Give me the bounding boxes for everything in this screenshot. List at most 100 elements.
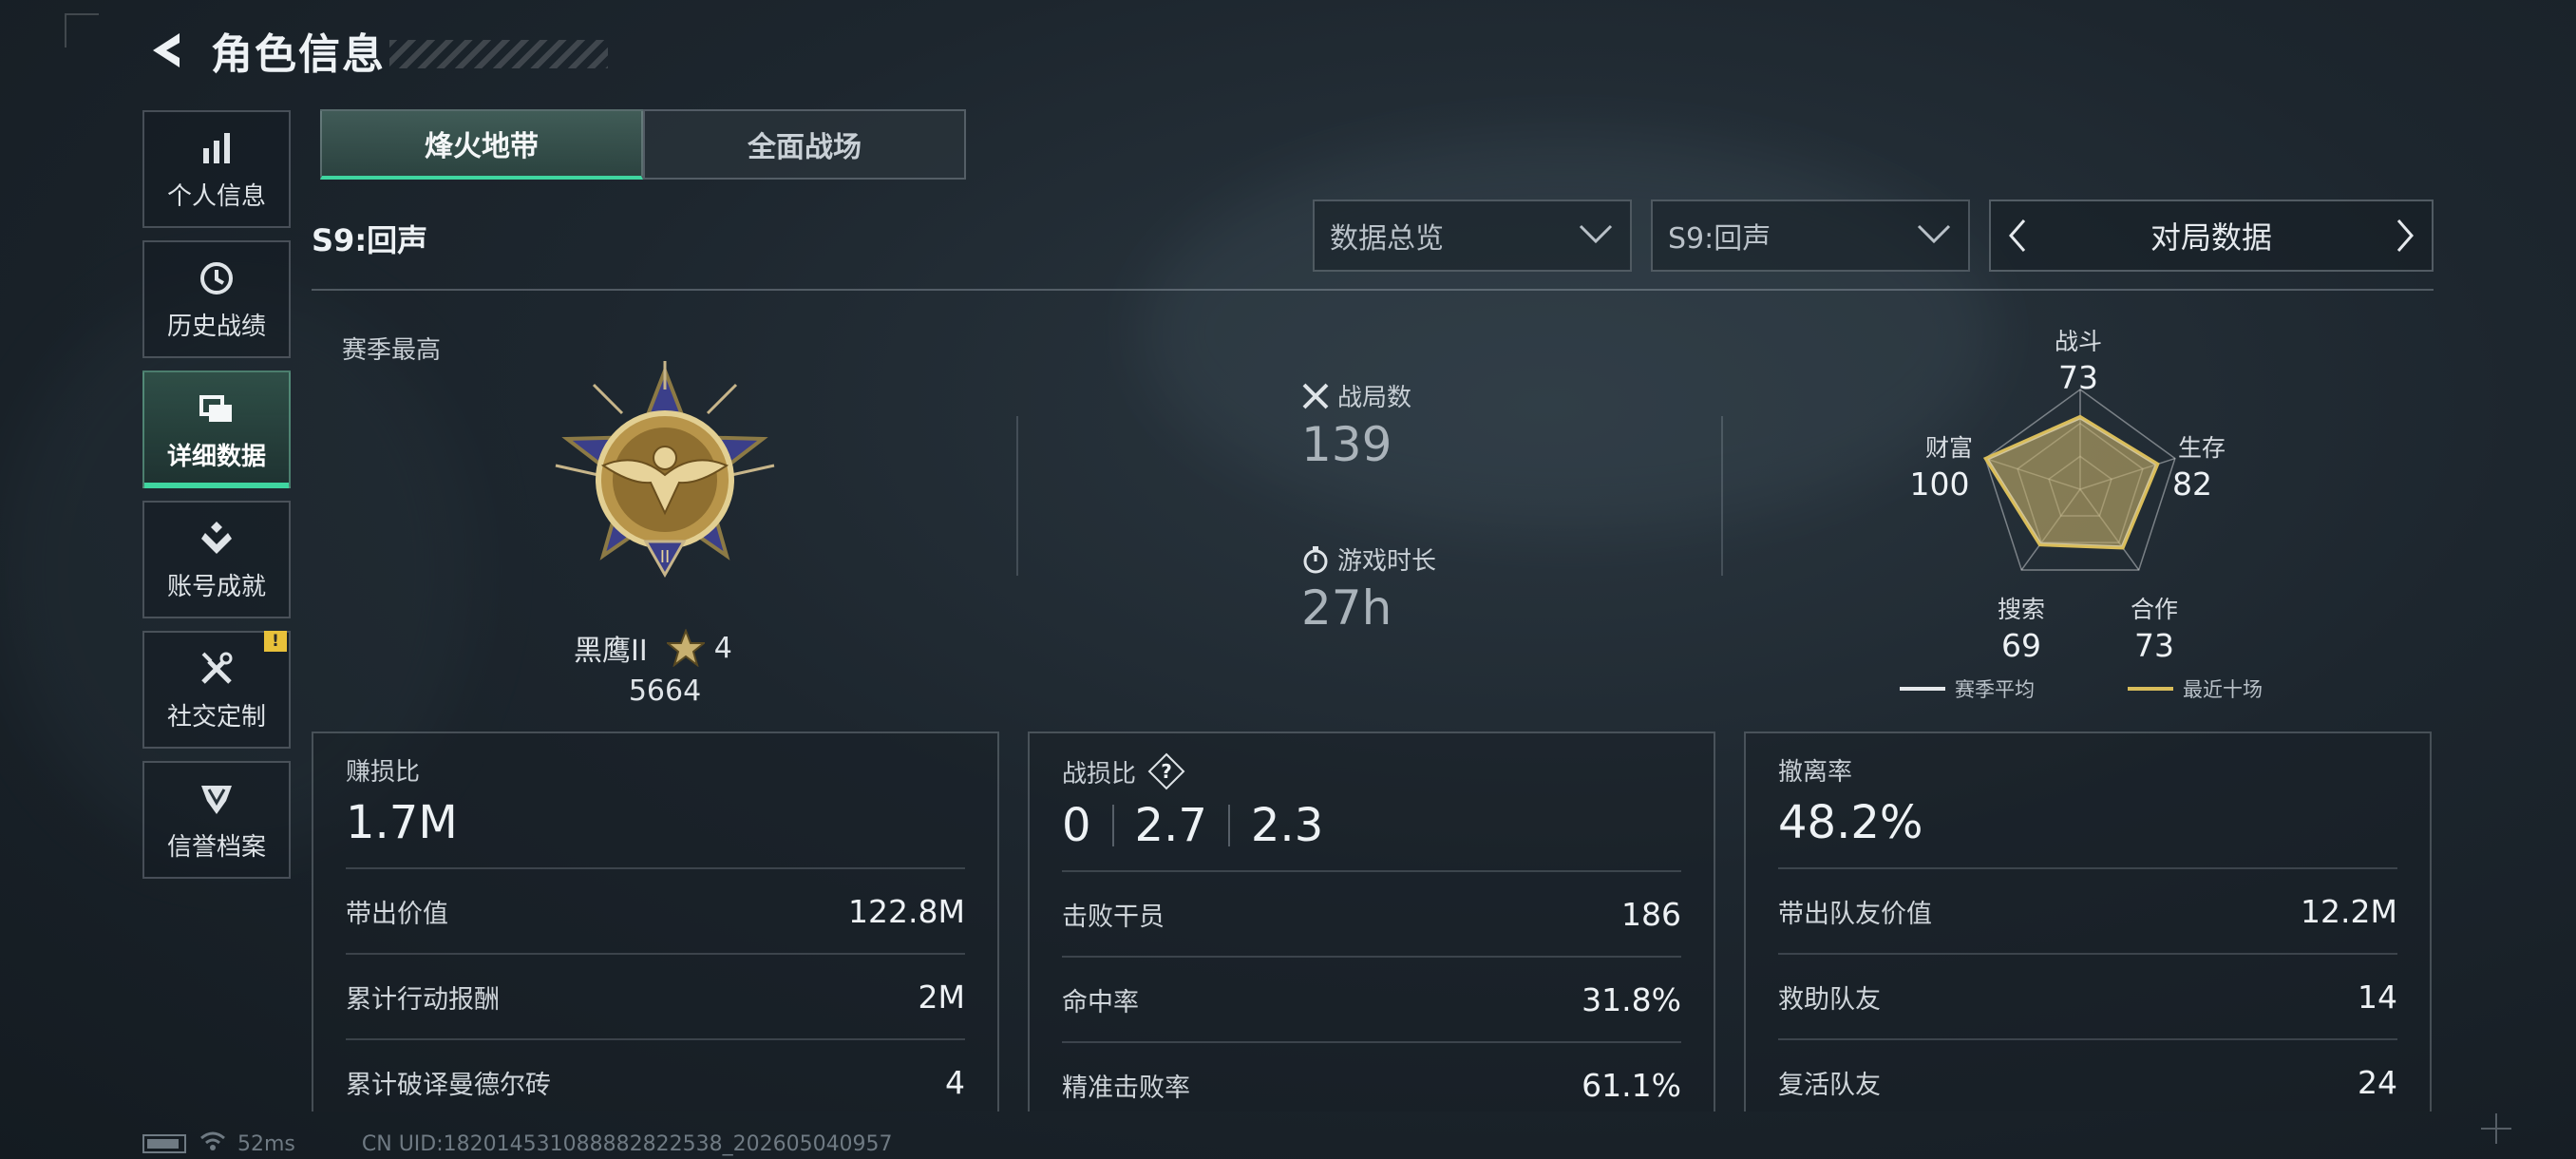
wifi-icon: [199, 1130, 226, 1157]
card-row: 累计破译曼德尔砖 4: [346, 1038, 965, 1124]
row-value: 4: [945, 1063, 965, 1101]
sidebar-item-credit[interactable]: 信誉档案: [142, 761, 291, 879]
card-row: 带出队友价值 12.2M: [1778, 867, 2397, 953]
card-title-row: 战损比 ?: [1062, 752, 1681, 790]
legend-recent10: 最近十场: [2128, 674, 2263, 703]
sidebar-item-achievements[interactable]: 账号成就: [142, 501, 291, 618]
battery-icon: [142, 1134, 186, 1153]
kd-separator: [1111, 805, 1114, 846]
radar-label-cooperation: 合作: [2130, 596, 2178, 623]
kd-card: 战损比 ? 0 2.7 2.3 击败干员 186 命中率 31.8% 精准击败率…: [1028, 732, 1715, 1112]
page-title: 角色信息: [211, 30, 386, 79]
card-row: 救助队友 14: [1778, 953, 2397, 1038]
row-label: 复活队友: [1778, 1070, 1881, 1100]
card-row: 命中率 31.8%: [1062, 956, 1681, 1041]
folder-stack-icon: [196, 388, 237, 429]
row-label: 击败干员: [1062, 902, 1165, 932]
svg-text:?: ?: [1161, 760, 1172, 783]
ability-radar-chart: 战斗 73 生存 82 合作 搜索 财富 100: [1909, 323, 2251, 636]
background-haze: [1140, 133, 1995, 532]
row-value: 186: [1621, 895, 1681, 933]
radar-value-cooperation: 73: [2134, 627, 2174, 664]
legend-swatch: [2128, 687, 2173, 691]
card-row: 复活队友 24: [1778, 1038, 2397, 1124]
sidebar-item-history[interactable]: 历史战绩: [142, 240, 291, 358]
row-label: 累计行动报酬: [346, 984, 500, 1015]
sidebar-item-label: 账号成就: [166, 572, 266, 601]
legend-swatch: [1900, 687, 1945, 691]
radar-value-survival: 82: [2172, 466, 2212, 503]
sidebar-item-label: 详细数据: [166, 442, 266, 471]
card-main-value: 48.2%: [1778, 796, 1923, 849]
pager-label: 对局数据: [2150, 219, 2272, 256]
profit-card: 赚损比 1.7M 带出价值 122.8M 累计行动报酬 2M 累计破译曼德尔砖 …: [312, 732, 999, 1112]
sidebar-item-label: 社交定制: [166, 702, 266, 732]
card-row: 带出价值 122.8M: [346, 867, 965, 953]
uid-text: CN UID:182014531088882822538_20260504095…: [361, 1131, 893, 1156]
tab-hazard-zone[interactable]: 烽火地带: [320, 109, 643, 180]
stopwatch-icon: [1301, 545, 1330, 574]
tab-all-out-war[interactable]: 全面战场: [643, 109, 966, 180]
crossed-swords-icon: [1301, 382, 1330, 410]
row-value: 24: [2358, 1063, 2397, 1101]
row-value: 31.8%: [1582, 980, 1681, 1018]
header-divider: [312, 289, 2434, 291]
chevron-down-icon: [1915, 222, 1953, 249]
season-best-label: 赛季最高: [342, 336, 442, 365]
season-dropdown[interactable]: S9:回声: [1651, 200, 1970, 272]
crosshair-icon: [2479, 1112, 2513, 1146]
playtime-label: 游戏时长: [1337, 547, 1437, 576]
dropdown-value: S9:回声: [1668, 222, 1771, 256]
ping-text: 52ms: [237, 1131, 295, 1156]
season-title: S9:回声: [312, 222, 428, 258]
matches-value: 139: [1301, 417, 1392, 472]
status-footer: 52ms CN UID:182014531088882822538_202605…: [142, 1130, 893, 1157]
kd-value: 2.7: [1134, 799, 1207, 852]
page-header: 角色信息: [142, 17, 608, 84]
legend-label: 最近十场: [2183, 678, 2263, 701]
sidebar-item-label: 历史战绩: [166, 312, 266, 341]
dropdown-value: 数据总览: [1330, 222, 1444, 256]
legend-label: 赛季平均: [1955, 678, 2035, 701]
extract-card: 撤离率 48.2% 带出队友价值 12.2M 救助队友 14 复活队友 24: [1744, 732, 2432, 1112]
row-label: 精准击败率: [1062, 1073, 1190, 1103]
kd-value: 0: [1062, 799, 1091, 852]
rank-stars: 4: [713, 631, 732, 665]
row-value: 122.8M: [848, 892, 965, 930]
corner-bracket: [65, 13, 99, 48]
clock-history-icon: [196, 257, 237, 299]
card-title: 撤离率: [1778, 758, 1853, 787]
radar-label-combat: 战斗: [2054, 328, 2102, 355]
card-title: 战损比: [1062, 759, 1137, 788]
sidebar-item-social[interactable]: ! 社交定制: [142, 631, 291, 749]
card-row: 累计行动报酬 2M: [346, 953, 965, 1038]
star-icon: [664, 628, 707, 668]
data-scope-dropdown[interactable]: 数据总览: [1313, 200, 1632, 272]
chevron-left-icon[interactable]: [1991, 201, 2044, 270]
chevron-down-icon: [1577, 222, 1615, 249]
chevron-right-icon[interactable]: [2378, 201, 2432, 270]
matches-label: 战局数: [1337, 384, 1412, 412]
help-icon[interactable]: ?: [1147, 752, 1185, 790]
playtime-stat: 游戏时长 27h: [1301, 542, 1436, 636]
radar-label-wealth: 财富: [1924, 434, 1973, 462]
sidebar-item-personal-info[interactable]: 个人信息: [142, 110, 291, 228]
radar-value-combat: 73: [2058, 359, 2098, 396]
rank-medal-icon: II: [546, 361, 784, 598]
stats-pager: 对局数据: [1989, 200, 2434, 272]
back-arrow-icon[interactable]: [142, 27, 190, 74]
row-value: 12.2M: [2301, 892, 2397, 930]
rank-name: 黑鹰II: [574, 635, 648, 668]
matches-stat: 战局数 139: [1301, 378, 1411, 472]
sidebar-item-detailed-data[interactable]: 详细数据: [142, 370, 291, 488]
row-value: 61.1%: [1582, 1066, 1681, 1104]
playtime-value: 27h: [1301, 580, 1392, 636]
row-label: 带出队友价值: [1778, 899, 1932, 929]
card-main-value: 1.7M: [346, 796, 458, 849]
rank-info: 黑鹰II 4: [574, 627, 732, 669]
tools-icon: [196, 648, 237, 690]
row-label: 救助队友: [1778, 984, 1881, 1015]
card-row: 精准击败率 61.1%: [1062, 1041, 1681, 1127]
notification-badge: !: [264, 631, 287, 652]
radar-value-wealth: 100: [1909, 466, 1970, 503]
